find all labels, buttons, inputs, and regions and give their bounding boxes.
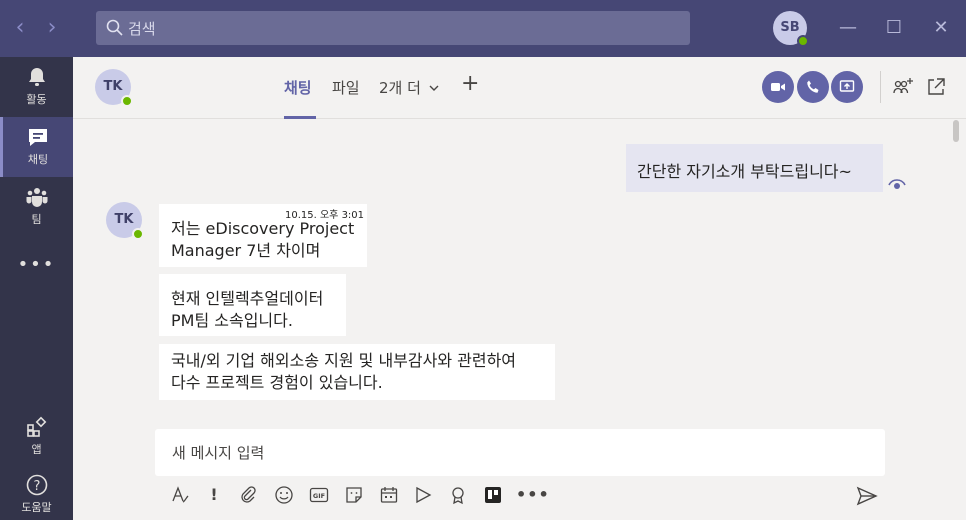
apps-icon	[26, 416, 46, 437]
compose-toolbar: ! GIF •••	[155, 480, 885, 510]
add-people-icon[interactable]	[892, 76, 914, 98]
bell-icon	[28, 68, 45, 86]
my-message[interactable]: 간단한 자기소개 부탁드립니다~	[626, 144, 883, 192]
presence-available-icon	[132, 228, 144, 240]
rail-item-label: 활동	[26, 93, 47, 106]
message-text-line: 다수 프로젝트 경험이 있습니다.	[171, 373, 383, 392]
scrollbar-thumb[interactable]	[953, 120, 959, 142]
praise-icon[interactable]	[446, 483, 470, 507]
add-tab-button[interactable]: +	[461, 71, 479, 96]
important-icon[interactable]: !	[202, 483, 226, 507]
share-screen-button[interactable]	[831, 71, 863, 103]
title-bar: ‹ › 검색 SB — ☐ ✕	[0, 0, 966, 57]
stream-icon[interactable]	[411, 483, 435, 507]
compose-placeholder: 새 메시지 입력	[172, 444, 265, 462]
search-placeholder: 검색	[128, 20, 156, 38]
rail-item-help[interactable]: ? 도움말	[0, 465, 73, 520]
sticker-icon[interactable]	[342, 483, 366, 507]
gif-icon[interactable]: GIF	[307, 483, 331, 507]
app-rail: 활동 채팅 팀 ••• 앱 ? 도움말	[0, 57, 73, 520]
chevron-left-icon[interactable]: ‹	[8, 14, 32, 42]
send-icon[interactable]	[856, 485, 878, 507]
emoji-icon[interactable]	[272, 483, 296, 507]
close-icon[interactable]: ✕	[926, 14, 956, 42]
tab-chat[interactable]: 채팅	[284, 77, 312, 98]
tab-more[interactable]: 2개 더	[379, 77, 440, 98]
video-call-button[interactable]	[762, 71, 794, 103]
sender-initials: TK	[114, 212, 134, 227]
eye-icon	[888, 179, 906, 189]
rail-item-activity[interactable]: 활동	[0, 57, 73, 117]
message-list: 간단한 자기소개 부탁드립니다~ TK 저는 eDiscovery Projec…	[73, 120, 966, 425]
trello-icon[interactable]	[481, 483, 505, 507]
presence-available-icon	[797, 35, 809, 47]
teams-icon	[26, 188, 47, 207]
help-icon: ?	[26, 474, 47, 496]
gif-label: GIF	[313, 492, 325, 500]
message-text-line: PM팀 소속입니다.	[171, 311, 293, 330]
share-screen-icon	[839, 80, 855, 92]
received-message[interactable]: 현재 인텔렉추얼데이터 PM팀 소속입니다.	[159, 274, 346, 336]
maximize-icon[interactable]: ☐	[879, 14, 909, 42]
presence-available-icon	[121, 95, 133, 107]
format-icon[interactable]	[168, 483, 192, 507]
message-timestamp: 10.15. 오후 3:01	[285, 210, 365, 221]
chat-header: TK 채팅 파일 2개 더 +	[73, 57, 966, 119]
chat-icon	[29, 129, 47, 146]
message-text-line: Manager 7년 차이며	[171, 241, 321, 260]
message-text: 간단한 자기소개 부탁드립니다~	[637, 162, 852, 181]
rail-item-chat[interactable]: 채팅	[0, 117, 73, 177]
rail-item-label: 채팅	[27, 153, 49, 166]
schedule-meeting-icon[interactable]	[377, 483, 401, 507]
contact-initials: TK	[103, 79, 123, 94]
received-message[interactable]: 국내/외 기업 해외소송 지원 및 내부감사와 관련하여 다수 프로젝트 경험이…	[159, 344, 555, 400]
header-divider	[880, 71, 881, 103]
attach-icon[interactable]	[236, 483, 260, 507]
pop-out-icon[interactable]	[925, 76, 947, 98]
message-text-line: 국내/외 기업 해외소송 지원 및 내부감사와 관련하여	[171, 351, 517, 370]
chevron-down-icon	[429, 85, 439, 91]
user-initials: SB	[780, 20, 800, 35]
video-call-icon	[771, 83, 785, 91]
search-input[interactable]: 검색	[96, 11, 690, 45]
chevron-right-icon[interactable]: ›	[40, 14, 64, 42]
audio-call-icon	[807, 80, 819, 93]
user-avatar[interactable]: SB	[773, 11, 809, 47]
audio-call-button[interactable]	[797, 71, 829, 103]
active-tab-indicator	[284, 116, 316, 119]
more-apps-icon[interactable]: •••	[0, 254, 73, 275]
contact-avatar[interactable]: TK	[95, 69, 133, 107]
rail-item-label: 도움말	[21, 501, 52, 514]
rail-item-label: 앱	[31, 443, 42, 456]
svg-text:?: ?	[33, 479, 40, 494]
sender-avatar[interactable]: TK	[106, 202, 144, 240]
rail-item-apps[interactable]: 앱	[0, 407, 73, 467]
compose-box[interactable]: 새 메시지 입력	[155, 429, 885, 476]
minimize-icon[interactable]: —	[833, 14, 863, 42]
tab-files[interactable]: 파일	[332, 77, 360, 98]
rail-item-label: 팀	[31, 213, 42, 226]
more-icon[interactable]: •••	[516, 483, 549, 507]
rail-item-teams[interactable]: 팀	[0, 177, 73, 237]
search-icon	[106, 19, 123, 36]
tab-more-label: 2개 더	[379, 79, 421, 97]
message-text-line: 현재 인텔렉추얼데이터	[171, 289, 324, 308]
message-text-line: 저는 eDiscovery Project	[171, 219, 355, 238]
